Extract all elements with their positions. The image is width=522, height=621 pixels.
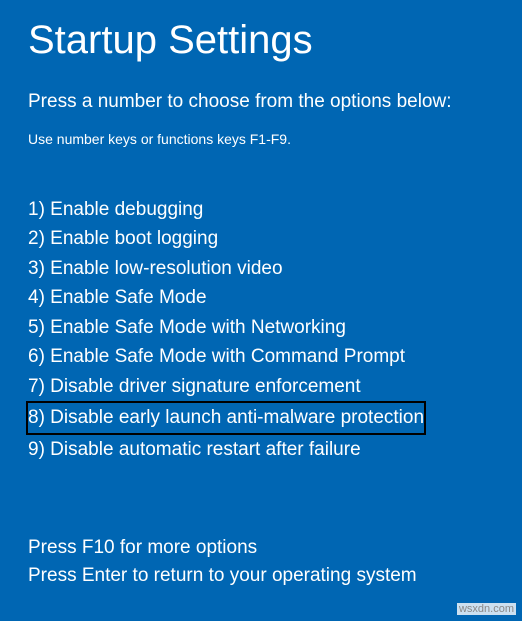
option-3[interactable]: 3) Enable low-resolution video xyxy=(28,254,494,283)
watermark: wsxdn.com xyxy=(457,603,516,615)
options-list: 1) Enable debugging2) Enable boot loggin… xyxy=(28,195,494,464)
option-5[interactable]: 5) Enable Safe Mode with Networking xyxy=(28,313,494,342)
startup-settings-screen: Startup Settings Press a number to choos… xyxy=(0,0,522,591)
instruction-text: Press a number to choose from the option… xyxy=(28,91,494,113)
option-1[interactable]: 1) Enable debugging xyxy=(28,195,494,224)
option-4[interactable]: 4) Enable Safe Mode xyxy=(28,283,494,312)
page-title: Startup Settings xyxy=(28,18,494,63)
hint-text: Use number keys or functions keys F1-F9. xyxy=(28,131,494,147)
option-2[interactable]: 2) Enable boot logging xyxy=(28,224,494,253)
footer-more-options: Press F10 for more options xyxy=(28,534,494,563)
footer-return: Press Enter to return to your operating … xyxy=(28,562,494,591)
option-9[interactable]: 9) Disable automatic restart after failu… xyxy=(28,435,494,464)
option-8[interactable]: 8) Disable early launch anti-malware pro… xyxy=(26,401,426,434)
option-7[interactable]: 7) Disable driver signature enforcement xyxy=(28,372,494,401)
option-6[interactable]: 6) Enable Safe Mode with Command Prompt xyxy=(28,342,494,371)
